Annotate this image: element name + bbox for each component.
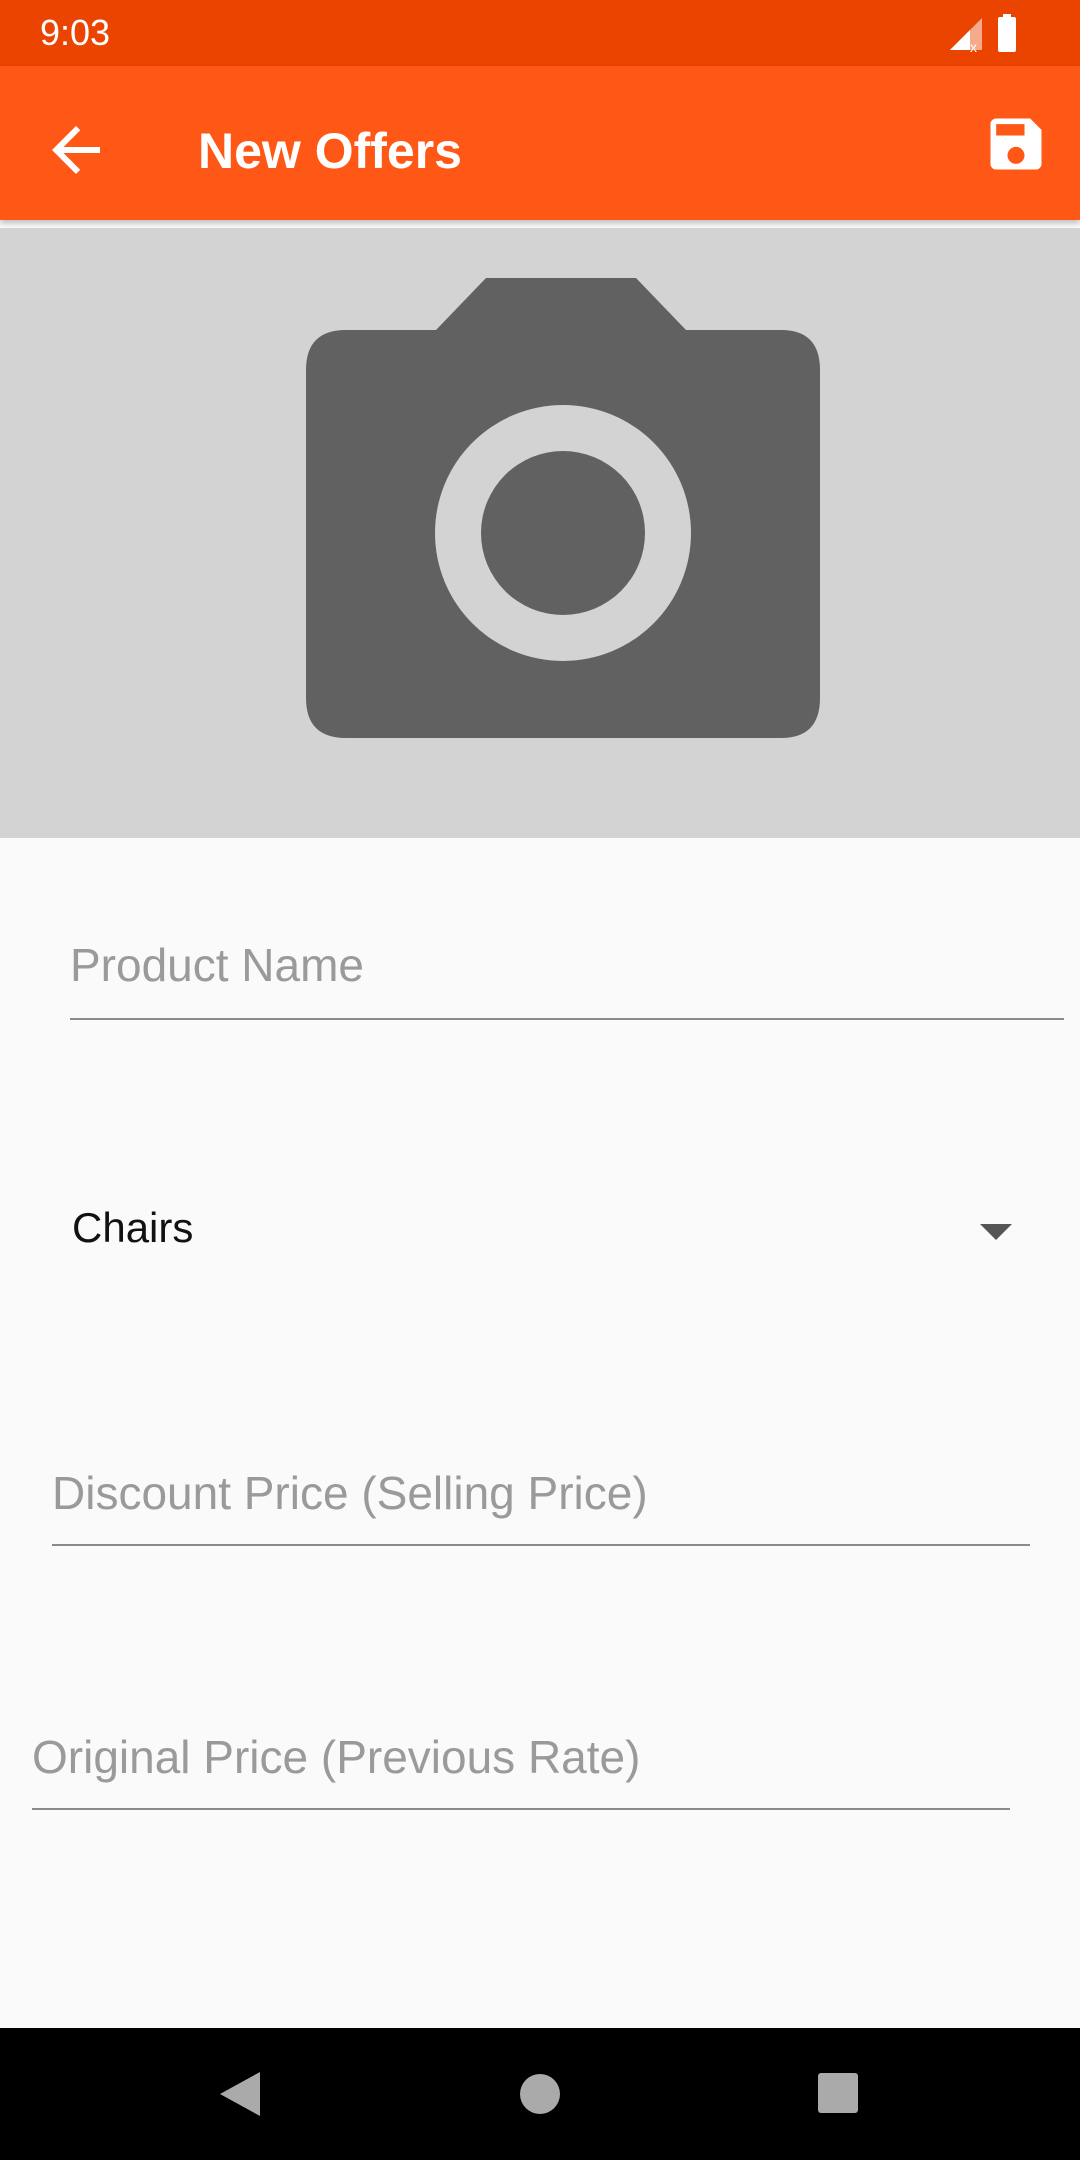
- discount-price-input[interactable]: [52, 1466, 1030, 1520]
- save-button[interactable]: [982, 110, 1050, 178]
- status-bar: 9:03 x: [0, 0, 1080, 66]
- status-icons: x: [950, 14, 1016, 54]
- product-name-input[interactable]: [70, 938, 1064, 992]
- camera-icon: [306, 278, 820, 738]
- back-button[interactable]: [40, 114, 112, 186]
- svg-text:x: x: [970, 39, 977, 54]
- original-price-field: [32, 1722, 1010, 1810]
- page-title: New Offers: [198, 123, 462, 179]
- status-time: 9:03: [40, 12, 111, 53]
- battery-icon: [998, 14, 1016, 52]
- system-nav-bar: [0, 2028, 1080, 2160]
- product-image-picker[interactable]: [0, 228, 1080, 838]
- floppy-save-icon: [990, 118, 1042, 170]
- app-bar: New Offers: [0, 66, 1080, 220]
- chevron-down-icon: [980, 1224, 1012, 1240]
- original-price-input[interactable]: [32, 1730, 1010, 1784]
- nav-home-icon[interactable]: [518, 2072, 562, 2116]
- arrow-back-icon: [52, 126, 100, 174]
- discount-price-field: [52, 1458, 1030, 1546]
- signal-icon: x: [950, 18, 982, 54]
- category-selected: Chairs: [72, 1204, 194, 1251]
- nav-recents-icon[interactable]: [817, 2072, 859, 2114]
- category-dropdown[interactable]: Chairs: [72, 1200, 1022, 1270]
- nav-back-icon[interactable]: [216, 2070, 264, 2118]
- product-name-field: [70, 930, 1064, 1020]
